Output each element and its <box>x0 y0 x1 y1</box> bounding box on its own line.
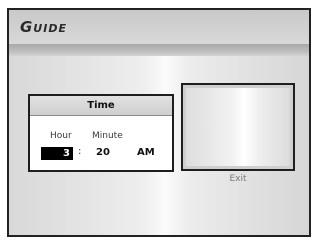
page-title: Guide <box>20 18 67 36</box>
minute-field[interactable]: 20 <box>96 147 110 158</box>
minute-label: Minute <box>92 131 123 141</box>
header-bar: Guide <box>9 10 309 45</box>
header-divider-band <box>9 44 309 56</box>
hour-label: Hour <box>50 131 72 141</box>
exit-label: Exit <box>229 174 247 184</box>
time-panel-title: Time <box>30 96 172 116</box>
exit-button[interactable] <box>181 83 295 171</box>
time-separator: : <box>78 146 82 157</box>
ampm-field[interactable]: AM <box>137 147 155 158</box>
hour-field[interactable]: 3 <box>41 147 73 160</box>
time-panel: Time Hour Minute 3 : 20 AM <box>28 94 174 172</box>
